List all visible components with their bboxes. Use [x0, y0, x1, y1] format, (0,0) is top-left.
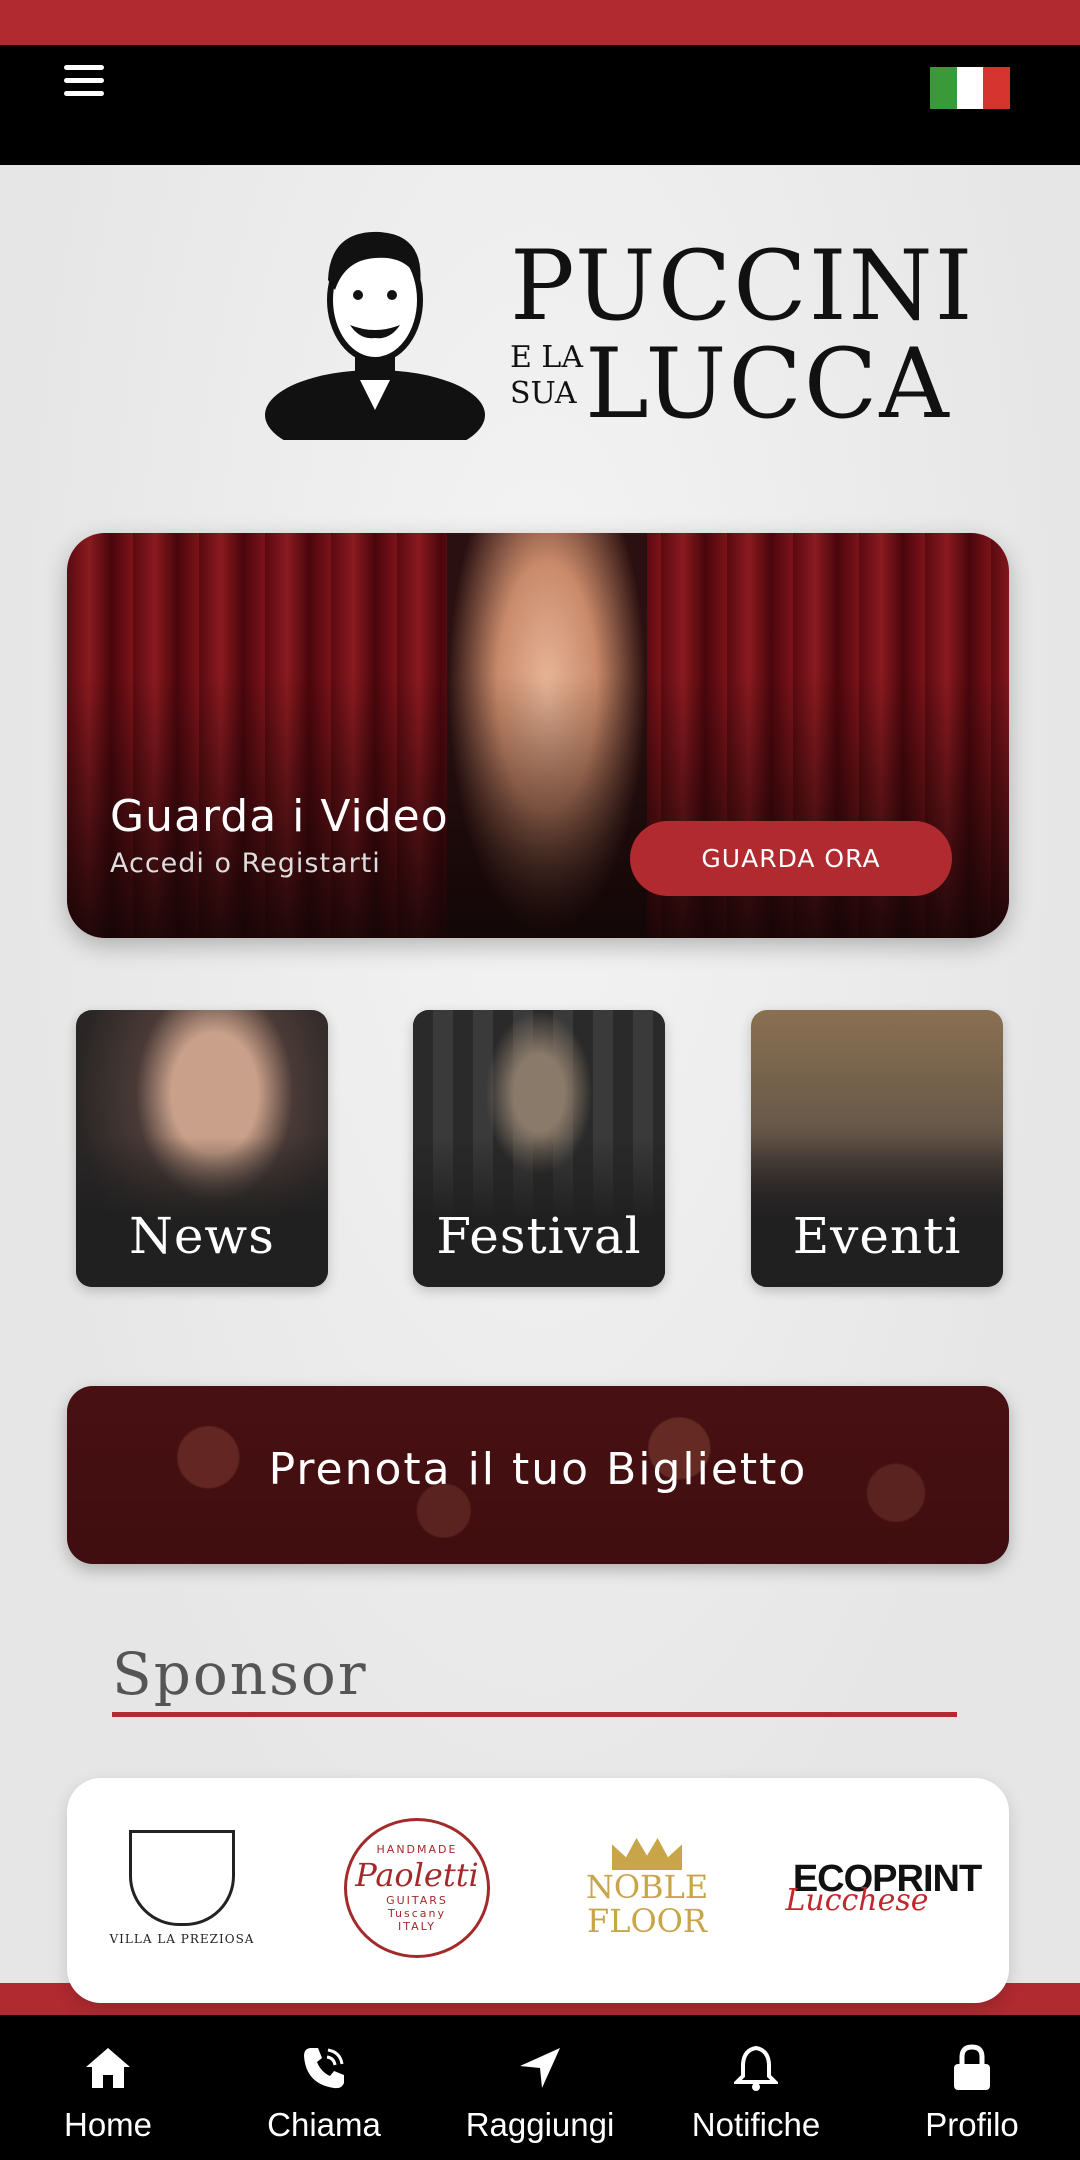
- logo-title-lucca: LUCCA: [585, 328, 951, 440]
- logo-small-line-2: SUA: [510, 376, 577, 411]
- watch-now-button[interactable]: GUARDA ORA: [630, 821, 952, 896]
- nav-profilo[interactable]: Profilo: [864, 2015, 1080, 2160]
- villa-crest-icon: [129, 1830, 235, 1926]
- home-icon: [82, 2042, 134, 2094]
- logo-title-puccini: PUCCINI: [510, 230, 975, 342]
- sponsor-paoletti[interactable]: HANDMADE Paoletti GUITARS Tuscany ITALY: [337, 1818, 497, 1958]
- nav-raggiungi[interactable]: Raggiungi: [432, 2015, 648, 2160]
- sponsor-card: VILLA LA PREZIOSA HANDMADE Paoletti GUIT…: [67, 1778, 1009, 2003]
- video-hero-card[interactable]: Guarda i Video Accedi o Registarti GUARD…: [67, 533, 1009, 938]
- sponsor-divider: [112, 1712, 957, 1717]
- bottom-navigation: Home Chiama Raggiungi Notifiche Profilo: [0, 2015, 1080, 2160]
- nav-raggiungi-label: Raggiungi: [465, 2106, 615, 2143]
- paoletti-sub-text: Tuscany: [387, 1907, 447, 1920]
- sponsor-ecoprint[interactable]: ECOPRINT Lucchese: [767, 1818, 1007, 1958]
- navigation-arrow-icon: [514, 2042, 566, 2094]
- sponsor-noble-floor[interactable]: NOBLE FLOOR: [572, 1818, 722, 1958]
- tile-eventi[interactable]: Eventi: [751, 1010, 1003, 1287]
- book-ticket-banner[interactable]: Prenota il tuo Biglietto: [67, 1386, 1009, 1564]
- paoletti-country-text: ITALY: [397, 1920, 437, 1933]
- sponsor-heading: Sponsor: [112, 1640, 368, 1708]
- nav-profilo-label: Profilo: [925, 2106, 1019, 2143]
- nav-home[interactable]: Home: [0, 2015, 216, 2160]
- app-logo: PUCCINI E LA SUA LUCCA: [260, 210, 973, 440]
- nav-chiama-label: Chiama: [267, 2106, 381, 2143]
- italian-flag-icon[interactable]: [930, 67, 1011, 109]
- nav-notifiche-label: Notifiche: [691, 2106, 821, 2143]
- phone-icon: [298, 2042, 350, 2094]
- sponsor-villa-text: VILLA LA PREZIOSA: [109, 1932, 255, 1946]
- paoletti-top-text: HANDMADE: [376, 1843, 458, 1856]
- bell-icon: [730, 2042, 782, 2094]
- nav-chiama[interactable]: Chiama: [216, 2015, 432, 2160]
- tile-eventi-label: Eventi: [792, 1207, 962, 1265]
- puccini-portrait-icon: [265, 231, 485, 440]
- tile-news-label: News: [129, 1207, 275, 1265]
- floor-text: FLOOR: [586, 1902, 707, 1940]
- top-bar: [0, 45, 1080, 165]
- nav-home-label: Home: [63, 2106, 153, 2143]
- noble-text: NOBLE: [585, 1868, 709, 1906]
- paoletti-bottom-text: GUITARS: [386, 1894, 448, 1907]
- hamburger-menu-icon[interactable]: [64, 65, 104, 105]
- tile-festival[interactable]: Festival: [413, 1010, 665, 1287]
- nav-notifiche[interactable]: Notifiche: [648, 2015, 864, 2160]
- hero-subtitle: Accedi o Registarti: [110, 848, 381, 879]
- crown-icon: [612, 1838, 682, 1870]
- status-bar: [0, 0, 1080, 45]
- logo-small-text: E LA SUA: [510, 340, 583, 412]
- tile-festival-label: Festival: [436, 1207, 642, 1265]
- lock-icon: [946, 2042, 998, 2094]
- tile-news[interactable]: News: [76, 1010, 328, 1287]
- ecoprint-sub-text: Lucchese: [785, 1883, 929, 1918]
- logo-small-line-1: E LA: [510, 340, 584, 375]
- book-ticket-label: Prenota il tuo Biglietto: [268, 1444, 808, 1495]
- sponsor-villa-la-preziosa[interactable]: VILLA LA PREZIOSA: [107, 1818, 257, 1958]
- hero-title: Guarda i Video: [110, 791, 449, 842]
- paoletti-text: Paoletti: [355, 1856, 479, 1894]
